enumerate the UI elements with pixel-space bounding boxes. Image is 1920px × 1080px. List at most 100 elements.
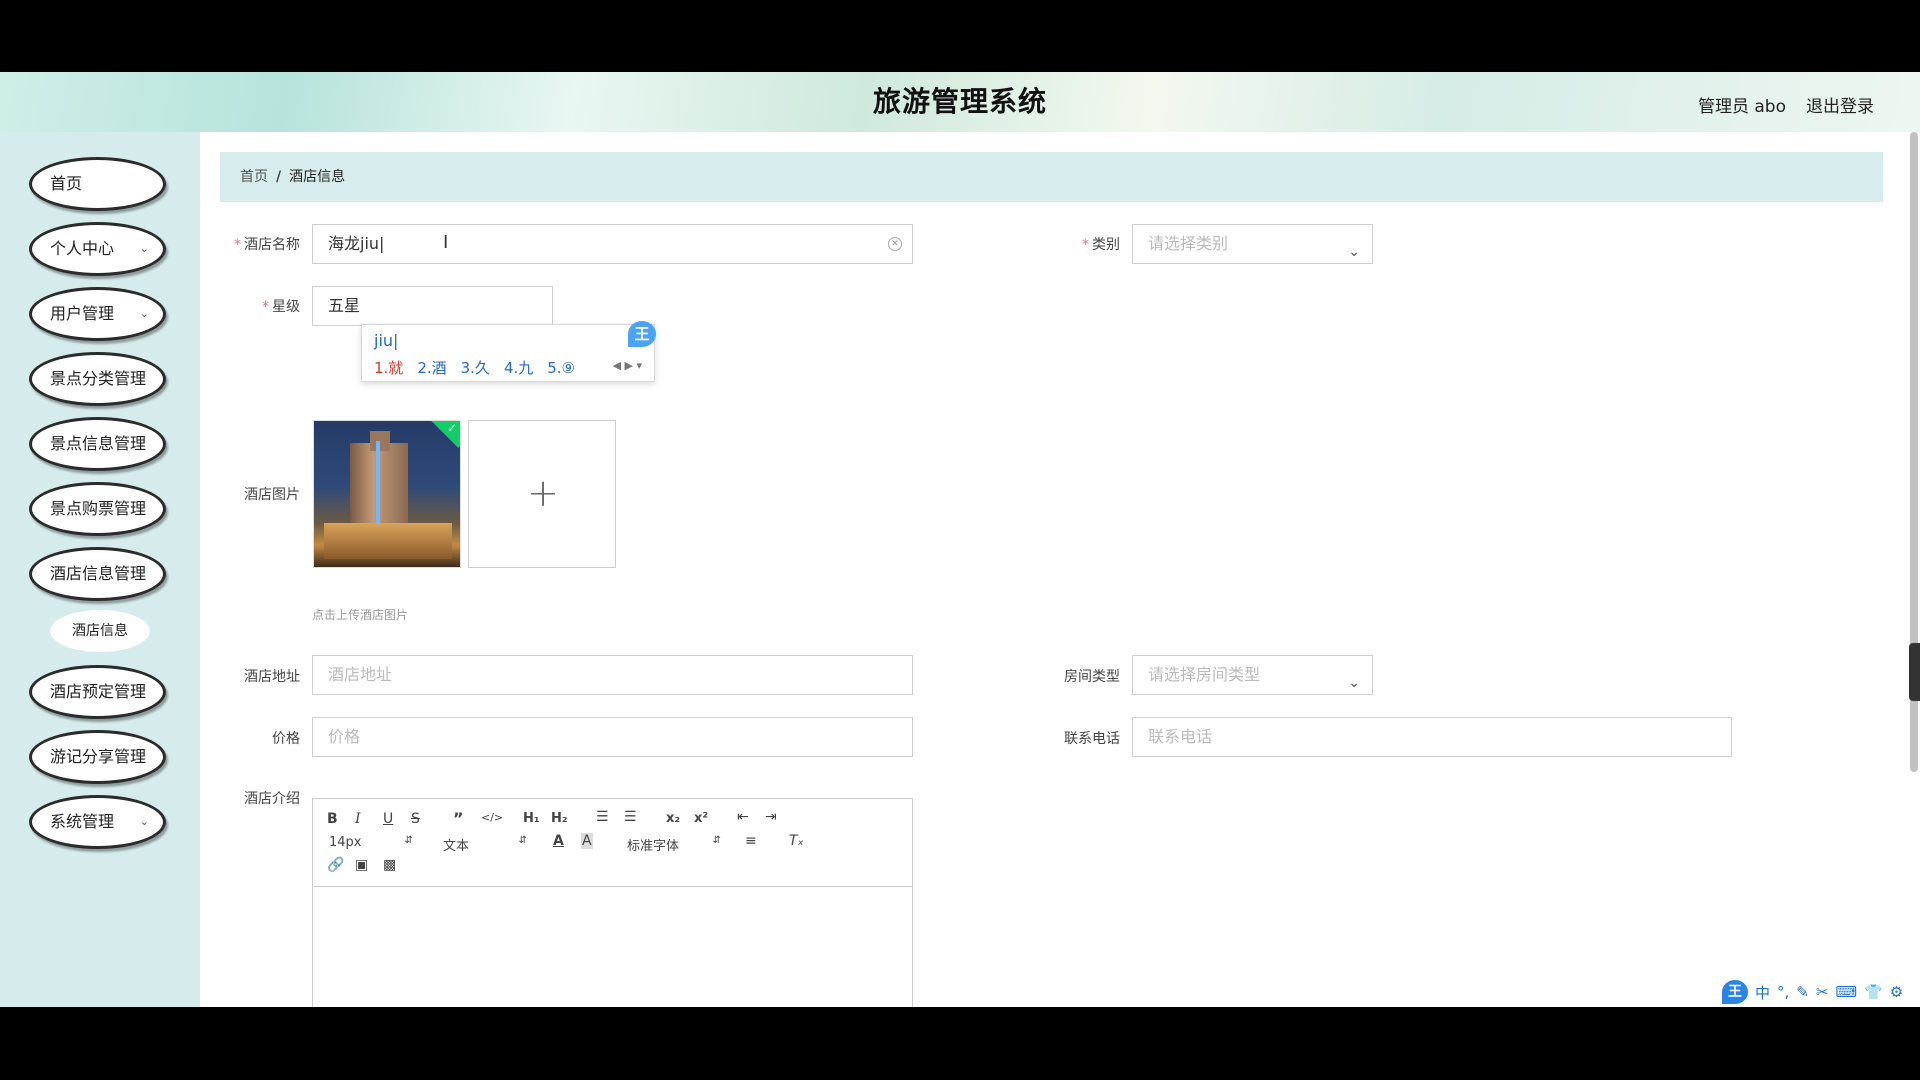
- font-size-value: 14px: [329, 835, 362, 850]
- underline-icon[interactable]: U: [383, 811, 393, 827]
- handwriting-icon[interactable]: ✎: [1796, 983, 1809, 1001]
- required-mark: *: [1082, 237, 1089, 253]
- sidebar-item-label: 景点分类管理: [50, 369, 147, 388]
- sidebar-item-label: 首页: [50, 174, 83, 193]
- sidebar-item-label: 系统管理: [50, 812, 115, 831]
- align-icon[interactable]: ≡: [745, 833, 757, 849]
- bold-icon[interactable]: B: [327, 811, 338, 827]
- room-type-label: 房间类型: [1064, 669, 1120, 685]
- keyboard-icon[interactable]: ⌨: [1835, 983, 1857, 1001]
- clear-icon[interactable]: ✕: [888, 237, 902, 251]
- sidebar-item-scenic-info[interactable]: 景点信息管理: [29, 417, 166, 471]
- ime-toolbar: 王 中 °, ✎ ✂ ⌨ 👕 ⚙: [1722, 978, 1903, 1006]
- code-block-icon[interactable]: </>: [481, 811, 503, 824]
- hotel-tower-graphic: [370, 431, 390, 451]
- ime-logo-icon[interactable]: 王: [1722, 980, 1748, 1004]
- settings-icon[interactable]: ⚙: [1890, 983, 1903, 1001]
- sidebar-item-hotel-info[interactable]: 酒店信息管理: [29, 547, 166, 601]
- heading-2-icon[interactable]: H₂: [551, 811, 568, 826]
- sidebar-item-label: 景点购票管理: [50, 499, 147, 518]
- sidebar: 首页 个人中心 ⌄ 用户管理 ⌄ 景点分类管理 景点信息管理 景点购票管理 酒店…: [0, 132, 200, 1007]
- sidebar-item-personal-center[interactable]: 个人中心 ⌄: [29, 222, 166, 276]
- ime-candidate[interactable]: 1.就: [374, 359, 403, 377]
- blockquote-icon[interactable]: ”: [453, 809, 464, 828]
- skin-icon[interactable]: 👕: [1864, 983, 1883, 1001]
- select-arrows-icon: ⇵: [404, 835, 413, 846]
- sidebar-item-system-management[interactable]: 系统管理 ⌄: [29, 795, 166, 849]
- ime-candidate[interactable]: 2.酒: [417, 359, 446, 377]
- link-icon[interactable]: 🔗: [327, 857, 344, 873]
- ime-candidate[interactable]: 3.久: [461, 359, 490, 377]
- screenshot-icon[interactable]: ✂: [1816, 983, 1829, 1001]
- chinese-mode-icon[interactable]: 中: [1755, 982, 1770, 1003]
- font-size-select[interactable]: 14px ⇵: [329, 835, 413, 853]
- phone-placeholder: 联系电话: [1148, 727, 1213, 746]
- block-type-value: 文本: [443, 839, 470, 854]
- breadcrumb-current: 酒店信息: [289, 169, 346, 185]
- punctuation-icon[interactable]: °,: [1777, 983, 1789, 1001]
- font-family-value: 标准字体: [627, 839, 680, 854]
- clear-format-icon[interactable]: Tₓ: [789, 833, 804, 849]
- bullet-list-icon[interactable]: ☰: [624, 809, 637, 825]
- price-input[interactable]: 价格: [312, 717, 913, 757]
- chevron-down-icon: ⌄: [1348, 675, 1360, 691]
- breadcrumb-home-link[interactable]: 首页: [240, 169, 268, 185]
- screen-letterbox-top: [0, 0, 1920, 72]
- editor-toolbar: B I U S ” </> H₁ H₂ ☰ ☰ x₂ x² ⇤ ⇥ 14px ⇵…: [313, 799, 912, 887]
- chevron-down-icon: ⌄: [139, 242, 149, 255]
- italic-icon[interactable]: I: [355, 811, 361, 827]
- breadcrumb: 首页 / 酒店信息: [220, 152, 1883, 202]
- indent-icon[interactable]: ⇥: [765, 809, 777, 825]
- outdent-icon[interactable]: ⇤: [737, 809, 749, 825]
- address-input[interactable]: 酒店地址: [312, 655, 913, 695]
- logout-button[interactable]: 退出登录: [1806, 92, 1874, 117]
- category-select[interactable]: 请选择类别 ⌄: [1132, 224, 1373, 264]
- sidebar-item-user-management[interactable]: 用户管理 ⌄: [29, 287, 166, 341]
- strikethrough-icon[interactable]: S: [411, 811, 420, 827]
- hotel-name-label: * 酒店名称: [220, 234, 300, 254]
- block-type-select[interactable]: 文本 ⇵: [443, 835, 527, 854]
- sidebar-item-home[interactable]: 首页: [29, 157, 166, 211]
- ime-page-nav-icon[interactable]: ◀ ▶ ▾: [613, 359, 642, 372]
- subscript-icon[interactable]: x₂: [666, 811, 680, 826]
- sidebar-subitem-hotel-info[interactable]: 酒店信息: [50, 610, 150, 652]
- uploaded-hotel-image[interactable]: ✓: [313, 420, 461, 568]
- category-label: * 类别: [1040, 234, 1120, 254]
- ibeam-cursor-icon: I: [443, 232, 449, 253]
- upload-image-button[interactable]: +: [468, 420, 616, 568]
- video-icon[interactable]: ▩: [383, 857, 396, 873]
- room-type-select[interactable]: 请选择房间类型 ⌄: [1132, 655, 1373, 695]
- chevron-down-icon: ⌄: [1348, 244, 1360, 260]
- required-mark: *: [262, 299, 269, 315]
- ordered-list-icon[interactable]: ☰: [596, 809, 609, 825]
- sidebar-item-scenic-tickets[interactable]: 景点购票管理: [29, 482, 166, 536]
- ime-candidate[interactable]: 5.⑨: [547, 359, 575, 377]
- background-color-icon[interactable]: A: [581, 833, 593, 849]
- price-placeholder: 价格: [328, 727, 361, 746]
- chevron-down-icon: ⌄: [139, 307, 149, 320]
- ime-candidate[interactable]: 4.九: [504, 359, 533, 377]
- font-color-icon[interactable]: A: [553, 833, 564, 849]
- sidebar-item-label: 酒店预定管理: [50, 682, 147, 701]
- sidebar-item-travel-notes[interactable]: 游记分享管理: [29, 730, 166, 784]
- hotel-name-value: 海龙jiu: [328, 234, 380, 253]
- side-dock-handle[interactable]: [1909, 643, 1920, 701]
- sidebar-item-label: 个人中心: [50, 239, 115, 258]
- font-family-select[interactable]: 标准字体 ⇵: [627, 835, 721, 854]
- ime-logo-icon: 王: [628, 321, 656, 347]
- ime-composition: jiu|: [374, 331, 399, 350]
- heading-1-icon[interactable]: H₁: [523, 811, 540, 826]
- sidebar-item-label: 酒店信息管理: [50, 564, 147, 583]
- sidebar-item-scenic-category[interactable]: 景点分类管理: [29, 352, 166, 406]
- superscript-icon[interactable]: x²: [694, 811, 708, 826]
- intro-label: 酒店介绍: [244, 791, 300, 807]
- ime-candidate-popup: jiu| 1.就 2.酒 3.久 4.九 5.⑨ ◀ ▶ ▾ 王: [361, 321, 656, 382]
- current-user-label: 管理员 abo: [1697, 97, 1786, 117]
- star-select[interactable]: 五星: [312, 286, 553, 326]
- image-icon[interactable]: ▣: [355, 857, 368, 873]
- hotel-name-input[interactable]: 海龙jiu| ✕: [312, 224, 913, 264]
- sidebar-item-hotel-booking[interactable]: 酒店预定管理: [29, 665, 166, 719]
- hotel-base-graphic: [324, 523, 452, 559]
- phone-input[interactable]: 联系电话: [1132, 717, 1732, 757]
- select-arrows-icon: ⇵: [518, 835, 527, 846]
